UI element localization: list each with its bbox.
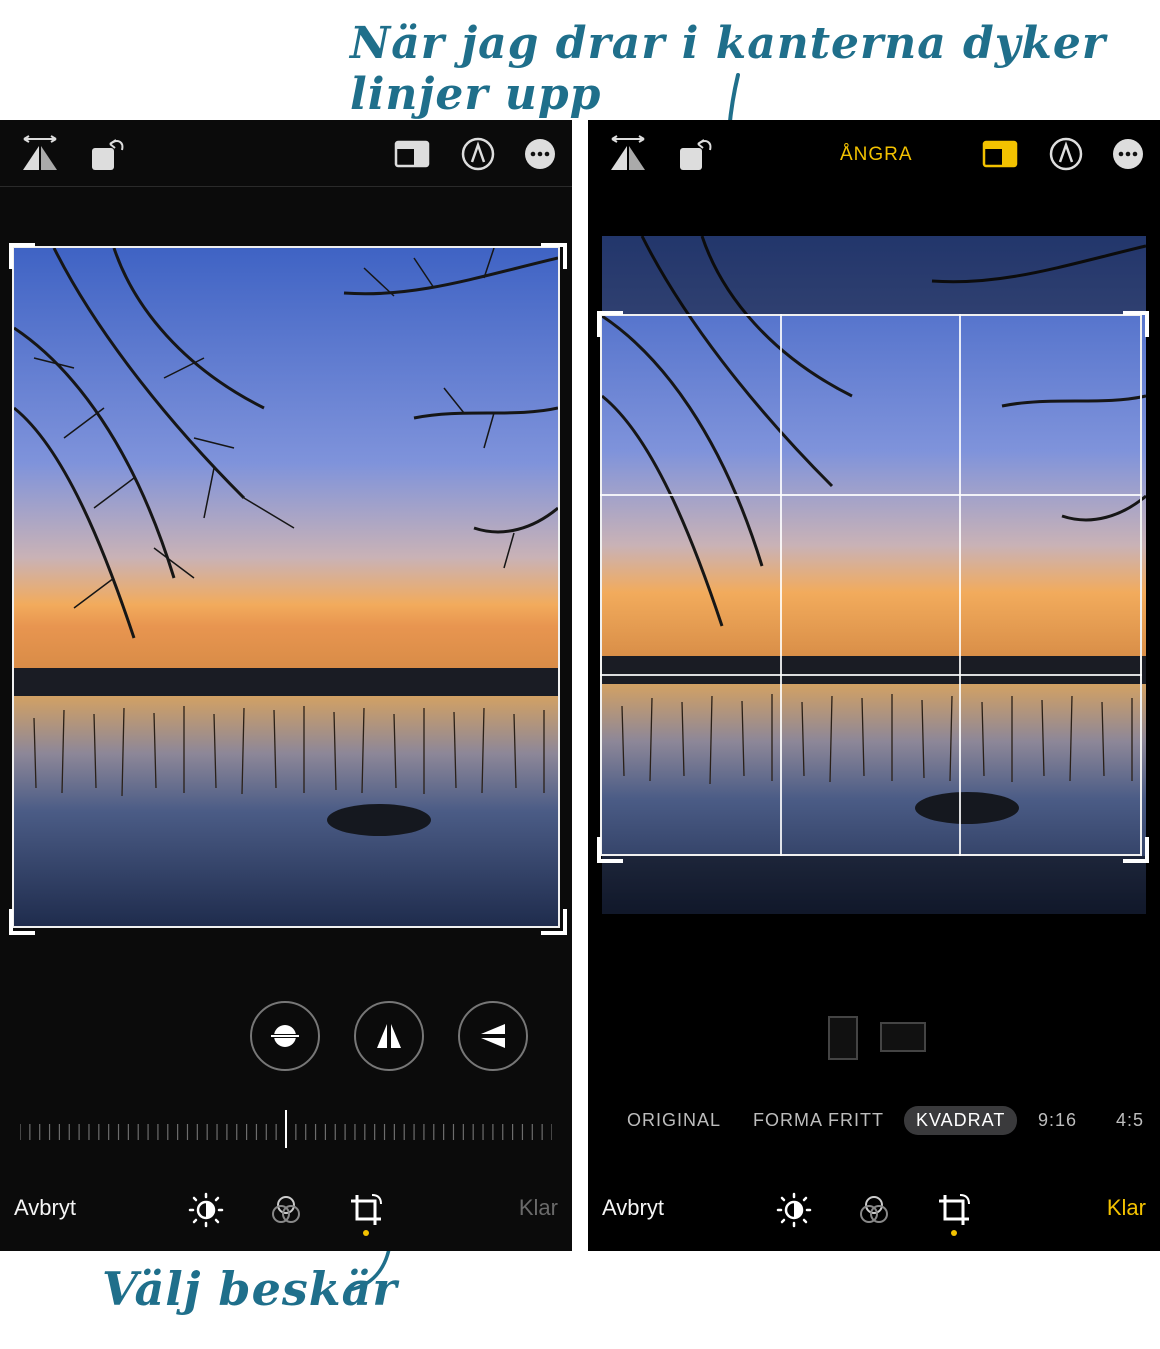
cancel-button[interactable]: Avbryt bbox=[14, 1195, 76, 1221]
left-screen: Avbryt Klar bbox=[0, 120, 572, 1251]
crop-frame[interactable] bbox=[12, 246, 560, 928]
crop-tool-button[interactable] bbox=[346, 1190, 386, 1230]
crop-grid-line bbox=[959, 314, 961, 856]
filters-tool-button[interactable] bbox=[266, 1190, 306, 1230]
done-button[interactable]: Klar bbox=[1107, 1195, 1146, 1221]
adjust-icon bbox=[776, 1192, 812, 1228]
crop-handle-bottom-left[interactable] bbox=[9, 909, 35, 935]
aspect-option-square[interactable]: KVADRAT bbox=[904, 1106, 1018, 1135]
top-toolbar: ÅNGRA bbox=[588, 120, 1160, 186]
done-button[interactable]: Klar bbox=[519, 1195, 558, 1221]
filters-tool-button[interactable] bbox=[854, 1190, 894, 1230]
straighten-icon bbox=[269, 1025, 301, 1047]
aspect-ratio-icon[interactable] bbox=[980, 136, 1020, 172]
undo-button[interactable]: ÅNGRA bbox=[840, 144, 913, 166]
crop-handle-top-right[interactable] bbox=[1123, 311, 1149, 337]
crop-handle-bottom-left[interactable] bbox=[597, 837, 623, 863]
straighten-button[interactable] bbox=[250, 1001, 320, 1071]
markup-icon[interactable] bbox=[458, 134, 498, 174]
more-icon[interactable] bbox=[1108, 134, 1148, 174]
rotate-icon[interactable] bbox=[676, 134, 716, 174]
filters-icon bbox=[272, 1196, 300, 1223]
vertical-perspective-button[interactable] bbox=[354, 1001, 424, 1071]
crop-icon bbox=[351, 1194, 382, 1225]
aspect-option-4-5[interactable]: 4:5 bbox=[1116, 1110, 1144, 1131]
crop-grid-line bbox=[600, 674, 1142, 676]
crop-frame[interactable] bbox=[600, 314, 1142, 856]
crop-handle-bottom-right[interactable] bbox=[1123, 837, 1149, 863]
right-screen: ÅNGRA ORIGINAL FORMA FRITT KVADRAT 9:16 … bbox=[588, 120, 1160, 1251]
horizontal-perspective-icon bbox=[481, 1024, 505, 1048]
more-icon[interactable] bbox=[520, 134, 560, 174]
adjust-icon bbox=[188, 1192, 224, 1228]
crop-handle-bottom-right[interactable] bbox=[541, 909, 567, 935]
crop-grid-line bbox=[780, 314, 782, 856]
horizontal-perspective-button[interactable] bbox=[458, 1001, 528, 1071]
flip-horizontal-icon[interactable] bbox=[608, 134, 648, 174]
toolbar-divider bbox=[0, 186, 572, 187]
aspect-option-original[interactable]: ORIGINAL bbox=[627, 1110, 721, 1131]
selected-tool-indicator bbox=[363, 1230, 369, 1236]
portrait-orientation-button[interactable] bbox=[828, 1016, 858, 1060]
crop-grid-line bbox=[600, 494, 1142, 496]
crop-handle-top-left[interactable] bbox=[9, 243, 35, 269]
angle-ruler[interactable] bbox=[20, 1110, 552, 1150]
landscape-orientation-button[interactable] bbox=[880, 1022, 926, 1052]
markup-icon[interactable] bbox=[1046, 134, 1086, 174]
top-toolbar bbox=[0, 120, 572, 186]
crop-tool-button[interactable] bbox=[934, 1190, 974, 1230]
adjust-tool-button[interactable] bbox=[774, 1190, 814, 1230]
aspect-ratio-icon[interactable] bbox=[392, 136, 432, 172]
adjust-tool-button[interactable] bbox=[186, 1190, 226, 1230]
filters-icon bbox=[860, 1196, 888, 1223]
crop-icon bbox=[939, 1194, 970, 1225]
aspect-option-9-16[interactable]: 9:16 bbox=[1038, 1110, 1077, 1131]
crop-handle-top-left[interactable] bbox=[597, 311, 623, 337]
crop-handle-top-right[interactable] bbox=[541, 243, 567, 269]
cancel-button[interactable]: Avbryt bbox=[602, 1195, 664, 1221]
vertical-perspective-icon bbox=[377, 1024, 401, 1048]
aspect-option-freeform[interactable]: FORMA FRITT bbox=[753, 1110, 884, 1131]
flip-horizontal-icon[interactable] bbox=[20, 134, 60, 174]
selected-tool-indicator bbox=[951, 1230, 957, 1236]
rotate-icon[interactable] bbox=[88, 134, 128, 174]
aspect-ratio-options: ORIGINAL FORMA FRITT KVADRAT 9:16 4:5 bbox=[588, 1106, 1160, 1140]
